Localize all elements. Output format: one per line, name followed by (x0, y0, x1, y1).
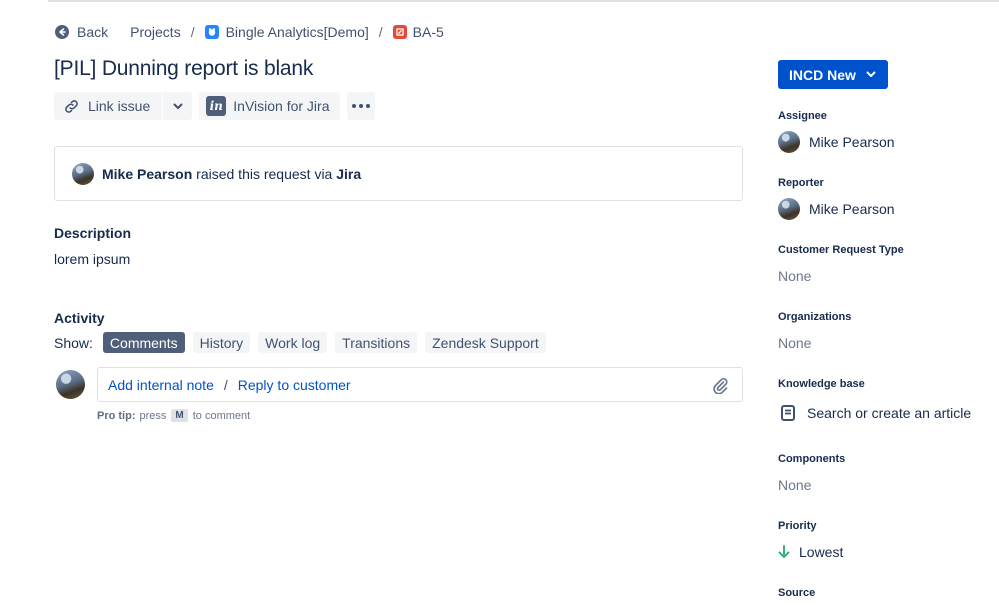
avatar (778, 198, 800, 220)
issue-title[interactable]: [PIL] Dunning report is blank (54, 57, 313, 81)
issue-toolbar: Link issue in InVision for Jira (54, 92, 375, 120)
more-dots-icon (351, 104, 370, 108)
tab-work-log[interactable]: Work log (258, 332, 328, 353)
activity-filter-row: Show: Comments History Work log Transiti… (54, 332, 554, 353)
comment-box[interactable]: Add internal note / Reply to customer (97, 367, 743, 402)
priority-label: Priority (778, 520, 817, 532)
project-avatar-icon (204, 25, 219, 39)
knowledge-base-label: Knowledge base (778, 378, 865, 390)
status-label: INCD New (789, 66, 856, 83)
components-value[interactable]: None (778, 477, 811, 493)
assignee-field[interactable]: Mike Pearson (778, 131, 895, 153)
protip-press: press (139, 409, 167, 422)
avatar (778, 131, 800, 153)
request-summary: Mike Pearson raised this request via Jir… (54, 146, 743, 201)
request-channel: Jira (336, 165, 362, 182)
tab-history[interactable]: History (192, 332, 251, 353)
invision-logo-icon: in (206, 96, 227, 116)
avatar (56, 370, 85, 399)
comment-separator: / (223, 376, 228, 393)
back-arrow-icon[interactable] (55, 25, 69, 39)
link-issue-button[interactable]: Link issue (54, 92, 163, 120)
request-text: Mike Pearson raised this request via Jir… (102, 166, 361, 182)
knowledge-base-action: Search or create an article (807, 405, 972, 421)
breadcrumb-project[interactable]: Bingle Analytics[Demo] (226, 24, 369, 40)
organizations-label: Organizations (778, 311, 852, 323)
pro-tip: Pro tip: press M to comment (97, 409, 250, 422)
invision-label: InVision for Jira (233, 98, 330, 114)
priority-field[interactable]: Lowest (778, 544, 843, 560)
breadcrumb-separator: / (378, 24, 383, 40)
arrow-down-icon (778, 545, 790, 559)
protip-suffix: to comment (192, 409, 251, 422)
description-heading: Description (54, 225, 132, 241)
invision-button[interactable]: in InVision for Jira (199, 92, 340, 120)
breadcrumb-separator: / (190, 24, 195, 40)
assignee-name: Mike Pearson (809, 134, 895, 150)
protip-label: Pro tip: (97, 409, 136, 422)
request-via-text: raised this request via (192, 165, 337, 182)
tab-transitions[interactable]: Transitions (335, 332, 418, 353)
reporter-name: Mike Pearson (809, 201, 895, 217)
breadcrumb-issue-key[interactable]: BA-5 (413, 24, 444, 40)
description-body[interactable]: lorem ipsum (54, 251, 130, 267)
show-label: Show: (54, 334, 93, 351)
knowledge-base-search[interactable]: Search or create an article (778, 405, 971, 421)
chevron-down-icon (866, 71, 876, 78)
request-user[interactable]: Mike Pearson (102, 166, 192, 182)
article-icon (781, 405, 795, 421)
organizations-value[interactable]: None (778, 335, 811, 351)
link-issue-label: Link issue (88, 98, 151, 114)
incident-issue-type-icon (392, 25, 407, 39)
add-internal-note-link[interactable]: Add internal note (108, 377, 214, 393)
reply-to-customer-link[interactable]: Reply to customer (238, 377, 351, 393)
more-actions-button[interactable] (346, 92, 375, 120)
reporter-field[interactable]: Mike Pearson (778, 198, 895, 220)
tab-comments[interactable]: Comments (102, 332, 185, 353)
top-border (48, 0, 999, 2)
assignee-label: Assignee (778, 110, 827, 122)
reporter-label: Reporter (778, 177, 824, 189)
components-label: Components (778, 453, 846, 465)
request-type-label: Customer Request Type (778, 244, 904, 256)
attachment-icon[interactable] (712, 376, 728, 397)
avatar (72, 162, 94, 185)
protip-key: M (171, 409, 188, 422)
activity-heading: Activity (54, 310, 105, 326)
tab-zendesk-support[interactable]: Zendesk Support (425, 332, 546, 353)
priority-value: Lowest (799, 544, 844, 560)
source-label: Source (778, 587, 816, 599)
status-button[interactable]: INCD New (778, 60, 888, 89)
link-icon (63, 98, 80, 115)
back-link[interactable]: Back (77, 24, 108, 40)
chevron-down-icon (173, 103, 183, 110)
request-type-value[interactable]: None (778, 268, 811, 284)
breadcrumb: Back Projects / Bingle Analytics[Demo] /… (55, 22, 444, 42)
breadcrumb-projects[interactable]: Projects (130, 24, 181, 40)
link-issue-dropdown[interactable] (163, 92, 193, 120)
